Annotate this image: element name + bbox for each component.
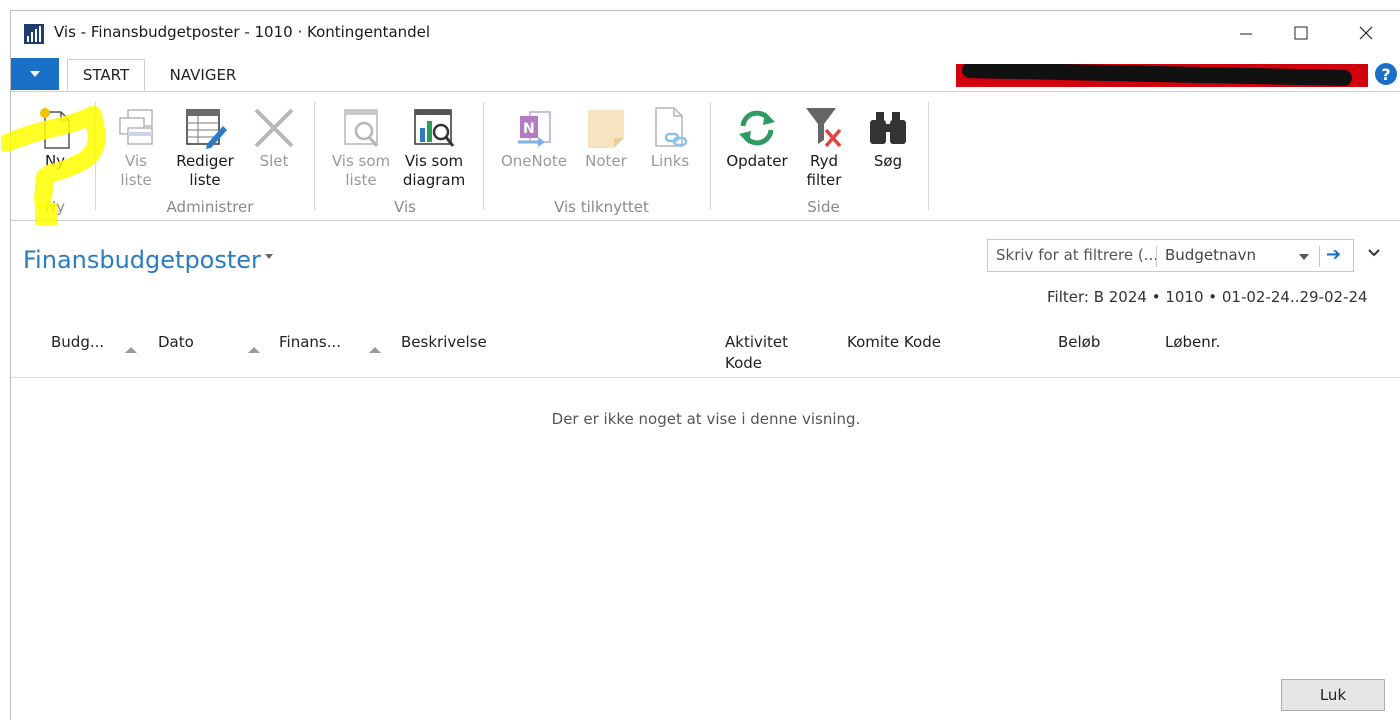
close-button[interactable]: Luk xyxy=(1281,679,1385,711)
show-as-chart-icon xyxy=(414,109,455,147)
maximize-button[interactable] xyxy=(1271,11,1331,55)
view-list-label: Vis liste xyxy=(120,152,152,189)
edit-list-label: Rediger liste xyxy=(176,152,234,189)
binoculars-icon xyxy=(870,112,906,144)
notes-label: Noter xyxy=(585,152,627,170)
refresh-icon xyxy=(739,110,775,146)
sort-icon xyxy=(369,347,381,353)
group-separator xyxy=(928,102,929,210)
delete-icon xyxy=(254,108,294,148)
new-icon xyxy=(40,108,70,149)
filter-divider xyxy=(1319,246,1320,267)
group-separator xyxy=(314,102,315,210)
clear-filter-label: Ryd filter xyxy=(806,152,842,189)
links-icon xyxy=(655,107,688,147)
close-icon xyxy=(1359,26,1373,40)
onenote-button[interactable]: N OneNote xyxy=(499,92,569,171)
expand-chevron-icon[interactable] xyxy=(1366,247,1382,259)
column-header-dato[interactable]: Dato xyxy=(158,332,194,353)
column-header-aktivitet-kode[interactable]: Aktivitet Kode xyxy=(725,332,805,374)
filter-input[interactable]: Skriv for at filtrere (... xyxy=(996,246,1158,264)
dropdown-triangle-icon xyxy=(30,71,40,77)
delete-label: Slet xyxy=(259,152,289,170)
page-title[interactable]: Finansbudgetposter xyxy=(23,246,261,274)
group-separator xyxy=(710,102,711,210)
group-label-ny: Ny xyxy=(44,198,66,216)
empty-state-message: Der er ikke noget at vise i denne visnin… xyxy=(551,410,861,428)
maximize-icon xyxy=(1294,26,1308,40)
tab-naviger[interactable]: NAVIGER xyxy=(159,59,247,91)
search-label: Søg xyxy=(873,152,903,170)
show-as-list-icon xyxy=(344,109,379,147)
new-button[interactable]: Ny xyxy=(20,92,90,171)
title-bar: Vis - Finansbudgetposter - 1010 · Kontin… xyxy=(11,11,1400,55)
filter-box: Skriv for at filtrere (... Budgetnavn ➔ xyxy=(987,239,1354,272)
group-label-vis: Vis xyxy=(394,198,416,216)
ribbon: Ny Ny Vis liste Rediger liste Slet Admin… xyxy=(11,91,1400,221)
onenote-label: OneNote xyxy=(500,152,568,170)
group-label-vis-tilknyttet: Vis tilknyttet xyxy=(554,198,649,216)
arrow-right-icon[interactable]: ➔ xyxy=(1326,244,1341,265)
window: Vis - Finansbudgetposter - 1010 · Kontin… xyxy=(1,10,1400,720)
group-label-administrer: Administrer xyxy=(166,198,254,216)
redacted-user-info xyxy=(956,64,1368,87)
show-as-list-label: Vis som liste xyxy=(331,152,391,189)
show-as-chart-button[interactable]: Vis som diagram xyxy=(399,92,469,190)
onenote-icon: N xyxy=(518,111,551,147)
minimize-icon xyxy=(1240,33,1252,35)
column-header-beloeb[interactable]: Beløb xyxy=(1058,332,1100,353)
new-button-label: Ny xyxy=(44,152,66,170)
notes-icon xyxy=(588,110,624,148)
minimize-button[interactable] xyxy=(1216,11,1276,55)
delete-button[interactable]: Slet xyxy=(239,92,309,171)
sort-icon xyxy=(125,347,137,353)
active-filter-text: Filter: B 2024 • 1010 • 01-02-24..29-02-… xyxy=(1047,288,1368,306)
search-button[interactable]: Søg xyxy=(853,92,923,171)
column-header-loebenr[interactable]: Løbenr. xyxy=(1165,332,1220,353)
chevron-down-icon[interactable] xyxy=(1299,254,1309,260)
page-title-dropdown-icon[interactable] xyxy=(265,254,273,259)
group-label-side: Side xyxy=(807,198,840,216)
refresh-button[interactable]: Opdater xyxy=(722,92,792,171)
window-title: Vis - Finansbudgetposter - 1010 · Kontin… xyxy=(54,23,431,41)
edit-list-button[interactable]: Rediger liste xyxy=(170,92,240,190)
tab-start[interactable]: START xyxy=(67,59,145,91)
sort-icon xyxy=(248,347,260,353)
help-icon[interactable]: ? xyxy=(1375,63,1397,85)
column-header-budget[interactable]: Budg... xyxy=(51,332,104,353)
ribbon-tabs: START NAVIGER ? xyxy=(11,58,1400,91)
application-menu-button[interactable] xyxy=(11,58,59,90)
group-separator xyxy=(95,102,96,210)
close-window-button[interactable] xyxy=(1336,11,1396,55)
redaction-scribble xyxy=(961,64,1353,87)
header-divider xyxy=(11,377,1400,378)
show-as-chart-label: Vis som diagram xyxy=(402,152,466,189)
filter-divider xyxy=(1156,246,1157,267)
refresh-label: Opdater xyxy=(726,152,788,170)
edit-list-icon xyxy=(186,109,227,149)
links-button[interactable]: Links xyxy=(635,92,705,171)
column-header-finans[interactable]: Finans... xyxy=(279,332,341,353)
links-label: Links xyxy=(650,152,690,170)
column-header-komite-kode[interactable]: Komite Kode xyxy=(847,332,941,353)
view-list-icon xyxy=(119,109,153,145)
group-separator xyxy=(483,102,484,210)
notes-button[interactable]: Noter xyxy=(571,92,641,171)
svg-text:N: N xyxy=(523,121,535,137)
column-header-beskrivelse[interactable]: Beskrivelse xyxy=(401,332,487,353)
filter-field-select[interactable]: Budgetnavn xyxy=(1165,246,1256,264)
app-icon xyxy=(24,24,44,44)
clear-filter-button[interactable]: Ryd filter xyxy=(789,92,859,190)
show-as-list-button[interactable]: Vis som liste xyxy=(326,92,396,190)
view-list-button[interactable]: Vis liste xyxy=(101,92,171,190)
clear-filter-icon xyxy=(806,108,842,148)
